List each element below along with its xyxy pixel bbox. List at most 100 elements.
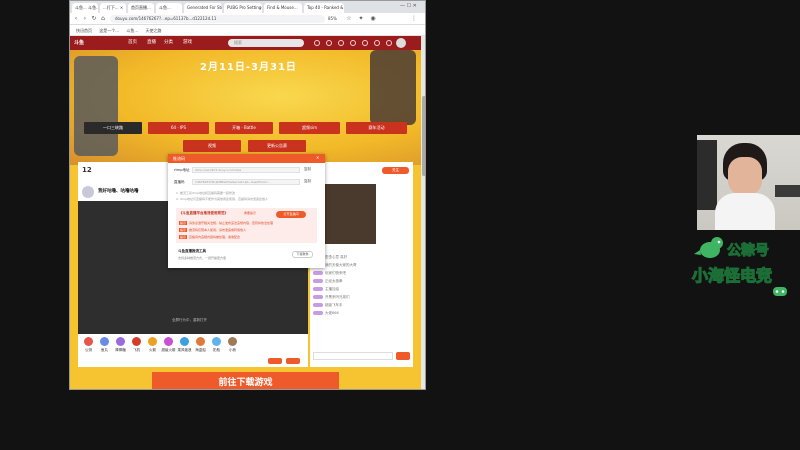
gift-item[interactable]: 火箭 [144,337,161,353]
message-icon[interactable] [338,40,344,46]
webcam-background-object [697,140,717,210]
window-controls[interactable]: — ☐ ✕ [400,3,417,9]
rtmp-field[interactable]: rtmp://sendtc3.douyu.com/live [192,167,300,173]
home-icon[interactable]: ⌂ [99,15,107,23]
reload-icon[interactable]: ↻ [90,15,98,23]
promo-image[interactable] [320,184,376,244]
person-shirt [715,193,775,230]
browser-tab[interactable]: 斗鱼... [156,3,182,13]
notice-line: 提示 请务必遵守相关法规，禁止发布违法违规内容，否则将依法处理 [179,221,274,225]
site-search-input[interactable]: 搜索 [228,39,304,47]
webcam-feed [697,135,800,230]
menu-icon[interactable]: ⋮ [410,15,418,23]
bookmark[interactable]: 快迅首页 [76,25,92,36]
gift-item[interactable]: 公测 [80,337,97,353]
key-label: 直播码 [174,180,185,184]
event-button[interactable]: 赛年活动 [346,122,407,134]
gift-item[interactable]: 鱼丸 [96,337,113,353]
follow-icon[interactable] [326,40,332,46]
streamer-avatar[interactable] [82,186,94,198]
zoom-level[interactable]: 85% [328,15,337,23]
nav-link[interactable]: 直播 [147,39,156,47]
gift-item[interactable]: 棒棒糖 [112,337,129,353]
star-icon[interactable]: ☆ [345,15,353,23]
upload-icon[interactable] [362,40,368,46]
gift-item[interactable]: 超级火箭 [160,337,177,353]
browser-tab[interactable]: 斗鱼... 斗鱼... [72,3,98,13]
tool-promo: 斗鱼直播推流工具 支持多种推流方式，一键开播更方便 下载软件 [176,246,317,264]
browser-tab[interactable]: PUBG Pro Settings... [224,3,262,13]
chat-send-button[interactable] [396,352,410,360]
notice-title[interactable]: 《斗鱼直播平台推流使用规范》 [179,211,228,216]
url-input[interactable]: douyu.com/14676267?...ep=61137b...d12212… [110,15,325,23]
history-icon[interactable] [314,40,320,46]
download-game-button[interactable]: 前往下载游戏 [152,372,339,389]
chat-panel: 关注 歪歪心意 真好 我的天使大家的大哥 玩家们快来吧 正经太极拳 主播加油 开… [310,162,413,367]
browser-tab[interactable]: Top 40 - Ranked & A... [304,3,344,13]
nav-link[interactable]: 游戏 [183,39,192,47]
gift-item[interactable]: 奶瓶 [208,337,225,353]
stream-key-dialog: 推流码 ✕ rtmp地址 rtmp://sendtc3.douyu.com/li… [168,154,325,268]
banner-date: 2月11日-3月31日 [200,62,297,73]
chat-message: 歪歪心意 真好 [313,254,409,260]
gift-bar: 公测 鱼丸 棒棒糖 飞机 火箭 超级火箭 乘风破浪 海盗船 奶瓶 小熊 [78,334,308,367]
avatar[interactable] [396,38,406,48]
forward-icon[interactable]: › [81,15,89,23]
download-software-button[interactable]: 下载软件 [292,251,313,258]
gift-item[interactable]: 小熊 [224,337,241,353]
tool-title: 斗鱼直播推流工具 [178,249,206,253]
site-logo[interactable]: 斗鱼 [74,39,122,47]
browser-window: 斗鱼... 斗鱼... ...打下... × 首页直播... 斗鱼... Gen… [69,0,426,390]
gift-item[interactable]: 海盗船 [192,337,209,353]
scrollbar[interactable] [421,36,425,389]
event-button[interactable]: 视频 [183,140,241,152]
chat-input[interactable] [313,352,393,360]
tool-desc: 支持多种推流方式，一键开播更方便 [178,256,227,260]
chat-message: 开黑来吗兄弟们 [313,294,409,300]
note: 2. rtmp地址与直播码不能作为其他用途使用，直播码请勿泄露给他人 [176,197,269,201]
event-button[interactable]: 更新公告赛 [248,140,306,152]
send-gift-button[interactable] [268,358,282,364]
dialog-title: 推流码 [168,154,325,163]
browser-tab[interactable]: Generated For Sti... [184,3,222,13]
tab-bar: 斗鱼... 斗鱼... ...打下... × 首页直播... 斗鱼... Gen… [70,1,425,13]
follow-button[interactable]: 关注 [382,167,409,174]
bookmark[interactable]: 这是一个... [99,25,119,36]
copy-key-button[interactable]: 复制 [304,179,311,184]
nav-link[interactable]: 首页 [128,39,137,47]
extensions-icon[interactable]: ✦ [357,15,365,23]
chat-message: 我的天使大家的大哥 [313,262,409,268]
scrollbar-thumb[interactable] [422,96,425,176]
browser-tab[interactable]: 首页直播... [128,3,154,13]
copy-rtmp-button[interactable]: 复制 [304,167,311,172]
bookmark[interactable]: 天使之路 [146,25,162,36]
notice-badge: 重要提示 [244,211,257,215]
player-caption: 全屏行为中，重新打开 [172,318,207,322]
nav-link[interactable]: 分类 [164,39,173,47]
site-header: 斗鱼 首页 直播 分类 游戏 搜索 [70,36,421,50]
banner-character-left [74,56,118,156]
download-icon[interactable] [386,40,392,46]
location-icon[interactable] [374,40,380,46]
event-button[interactable]: 一口三峡路 [84,122,142,134]
chat-message: 玩家们快来吧 [313,270,409,276]
rtmp-label: rtmp地址 [174,168,190,172]
recharge-button[interactable] [286,358,300,364]
event-button[interactable]: 超频sim [279,122,340,134]
task-icon[interactable] [350,40,356,46]
open-room-button[interactable]: 打开直播间 [276,211,306,218]
stream-key-field[interactable]: 14676267rIRrJlnBBs9?wsSecret=ab...&wsTim… [192,179,300,185]
browser-tab[interactable]: ...打下... × [100,3,126,13]
brand-text: 小海怪电竞 [691,265,773,285]
gift-item[interactable]: 飞机 [128,337,145,353]
event-button[interactable]: 64 · IPS [148,122,209,134]
gift-item[interactable]: 乘风破浪 [176,337,193,353]
chat-message: 主播加油 [313,286,409,292]
profile-icon[interactable]: ◉ [369,15,377,23]
event-button[interactable]: 开箱 · Battle [215,122,273,134]
bookmark[interactable]: 斗鱼... [126,25,138,36]
back-icon[interactable]: ‹ [72,15,80,23]
gamepad-icon [772,283,788,297]
close-icon[interactable]: ✕ [316,155,319,160]
browser-tab[interactable]: Find & Mouse... [264,3,302,13]
